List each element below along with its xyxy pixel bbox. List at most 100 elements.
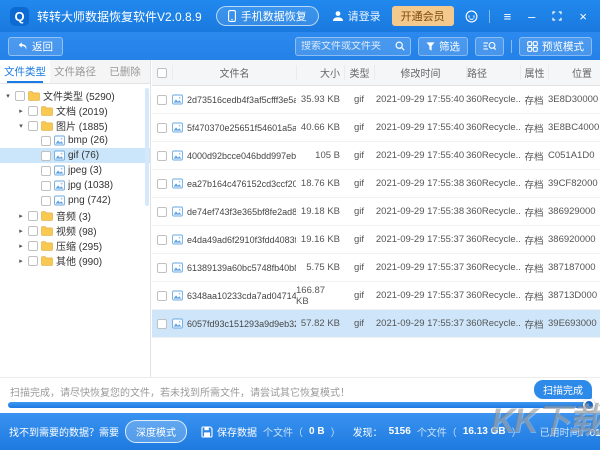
deep-mode-button[interactable]: 深度模式 [125, 420, 187, 443]
tree-item[interactable]: bmp (26) [0, 133, 150, 148]
row-checkbox[interactable] [157, 207, 167, 217]
tree-checkbox[interactable] [28, 241, 38, 251]
file-mtime: 2021-09-29 17:55:37 [374, 262, 466, 273]
table-row[interactable]: 2d73516cedb4f3af5cfff3e5a... 35.93 KB gi… [152, 86, 600, 114]
phone-recovery-button[interactable]: 手机数据恢复 [216, 6, 319, 26]
table-row[interactable]: ea27b164c476152cd3ccf20... 18.76 KB gif … [152, 170, 600, 198]
tree-item[interactable]: ▸ 文档 (2019) [0, 103, 150, 118]
tree-expand-arrow[interactable]: ▸ [17, 242, 25, 250]
image-file-icon [172, 290, 183, 301]
folder-icon [41, 241, 53, 251]
row-checkbox[interactable] [157, 319, 167, 329]
tree-checkbox[interactable] [41, 151, 51, 161]
table-row[interactable]: 61389139a60bc5748fb40b8... 5.75 KB gif 2… [152, 254, 600, 282]
scan-progress-knob [583, 399, 595, 411]
tree-expand-arrow[interactable]: ▸ [17, 227, 25, 235]
login-button[interactable]: 请登录 [332, 8, 381, 24]
row-checkbox[interactable] [157, 263, 167, 273]
file-attr: 存档 [520, 205, 548, 219]
file-type: gif [344, 178, 374, 189]
tree-checkbox[interactable] [41, 181, 51, 191]
tree-checkbox[interactable] [28, 121, 38, 131]
column-header-path[interactable]: 路径 [466, 65, 520, 80]
tree-item[interactable]: jpg (1038) [0, 178, 150, 193]
tree-item[interactable]: ▸ 压缩 (295) [0, 238, 150, 253]
row-checkbox[interactable] [157, 123, 167, 133]
tree-item[interactable]: jpeg (3) [0, 163, 150, 178]
customer-service-icon[interactable] [465, 10, 478, 23]
file-path: 360Recycle... [466, 290, 520, 301]
saved-files-prefix: 个文件（ [263, 424, 303, 439]
elapsed-label: 已用时间： [540, 428, 590, 439]
tree-item[interactable]: gif (76) [0, 148, 150, 163]
tree-item-label: 视频 (98) [56, 223, 97, 238]
tree-checkbox[interactable] [28, 106, 38, 116]
tree-checkbox[interactable] [15, 91, 25, 101]
table-row[interactable]: e4da49ad6f2910f3fdd4083f... 19.16 KB gif… [152, 226, 600, 254]
tree-item[interactable]: ▸ 其他 (990) [0, 253, 150, 268]
table-row[interactable]: 6057fd93c151293a9d9eb32... 57.82 KB gif … [152, 310, 600, 338]
tree-expand-arrow[interactable]: ▸ [17, 212, 25, 220]
table-row[interactable]: 6348aa10233cda7ad047146... 166.87 KB gif… [152, 282, 600, 310]
file-attr: 存档 [520, 149, 548, 163]
tree-checkbox[interactable] [28, 226, 38, 236]
phone-icon [228, 10, 236, 22]
preview-mode-button[interactable]: 预览模式 [519, 37, 592, 56]
search-icon[interactable] [395, 41, 405, 51]
back-button[interactable]: 返回 [8, 37, 63, 56]
tree-item[interactable]: ▸ 音频 (3) [0, 208, 150, 223]
tab-deleted[interactable]: 已删除 [100, 60, 150, 83]
column-header-name[interactable]: 文件名 [172, 65, 296, 80]
found-mid: 个文件（ [417, 424, 457, 439]
tree-item[interactable]: ▾ 文件类型 (5290) [0, 88, 150, 103]
minimize-button[interactable]: – [525, 8, 538, 25]
row-checkbox[interactable] [157, 151, 167, 161]
tree-checkbox[interactable] [41, 166, 51, 176]
table-row[interactable]: de74ef743f3e365bf8fe2ad8... 19.18 KB gif… [152, 198, 600, 226]
row-checkbox[interactable] [157, 179, 167, 189]
file-size: 105 B [296, 150, 344, 161]
tree-expand-arrow[interactable]: ▾ [17, 122, 25, 130]
close-button[interactable]: × [576, 8, 590, 25]
tree-expand-arrow[interactable]: ▸ [17, 107, 25, 115]
table-row[interactable]: 4000d92bcce046bdd997eb... 105 B gif 2021… [152, 142, 600, 170]
file-path: 360Recycle... [466, 262, 520, 273]
menu-button[interactable]: ≡ [501, 8, 515, 25]
search-in-results-button[interactable] [475, 37, 504, 56]
file-size: 166.87 KB [296, 285, 344, 307]
row-checkbox[interactable] [157, 235, 167, 245]
tree-item[interactable]: ▸ 视频 (98) [0, 223, 150, 238]
tree-expand-arrow[interactable]: ▸ [17, 257, 25, 265]
toolbar-separator [511, 40, 512, 53]
table-row[interactable]: 5f470370e25651f54601a5a6... 40.66 KB gif… [152, 114, 600, 142]
deep-mode-prompt: 找不到需要的数据？需要 [9, 424, 119, 439]
image-file-icon [172, 94, 183, 105]
column-header-type[interactable]: 类型 [344, 65, 374, 80]
search-input[interactable] [301, 41, 391, 52]
tab-file-path[interactable]: 文件路径 [50, 60, 100, 83]
image-file-icon [54, 165, 65, 176]
row-checkbox[interactable] [157, 95, 167, 105]
vip-button[interactable]: 开通会员 [392, 6, 454, 26]
tab-file-type[interactable]: 文件类型 [0, 60, 50, 83]
tree-checkbox[interactable] [28, 211, 38, 221]
select-all-checkbox[interactable] [157, 68, 167, 78]
column-header-loc[interactable]: 位置 [548, 65, 600, 80]
folder-icon [41, 256, 53, 266]
tree-item[interactable]: png (742) [0, 193, 150, 208]
column-header-size[interactable]: 大小 [296, 65, 344, 80]
file-size: 57.82 KB [296, 318, 344, 329]
maximize-button[interactable] [549, 9, 565, 23]
column-header-attr[interactable]: 属性 [520, 65, 548, 80]
tree-checkbox[interactable] [41, 196, 51, 206]
column-header-mtime[interactable]: 修改时间 [374, 65, 466, 80]
save-data-button[interactable]: 保存数据 [201, 424, 257, 439]
file-location: 39E693000 [548, 318, 600, 329]
tree-item[interactable]: ▾ 图片 (1885) [0, 118, 150, 133]
sidebar-scrollbar[interactable] [145, 88, 149, 206]
tree-checkbox[interactable] [41, 136, 51, 146]
filter-button[interactable]: 筛选 [418, 37, 468, 56]
tree-checkbox[interactable] [28, 256, 38, 266]
row-checkbox[interactable] [157, 291, 167, 301]
tree-expand-arrow[interactable]: ▾ [4, 92, 12, 100]
